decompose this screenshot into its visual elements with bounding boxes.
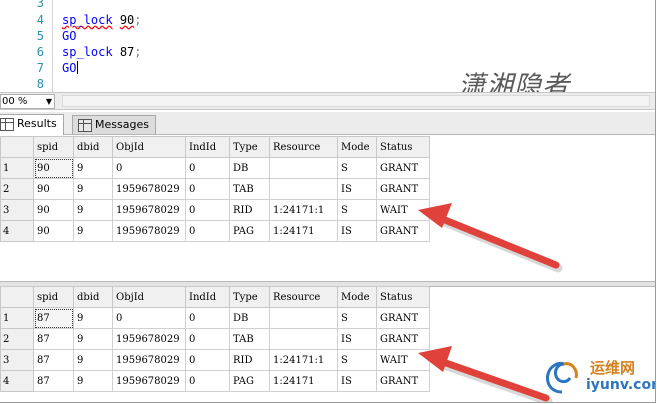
logo-text-cn: 运维网 — [590, 359, 636, 377]
ssms-window: 3 4 sp_lock 90; 5 GO 6 sp_lock 87; 7 GO … — [0, 0, 656, 403]
arrow-annotation-2 — [418, 346, 553, 402]
arrow-annotation-1 — [418, 203, 563, 273]
site-logo: 运维网 iyunv.com — [540, 352, 655, 402]
logo-text-url: iyunv.com — [586, 377, 655, 393]
annotation-arrows — [418, 203, 563, 402]
swirl-logo-icon — [546, 362, 578, 394]
